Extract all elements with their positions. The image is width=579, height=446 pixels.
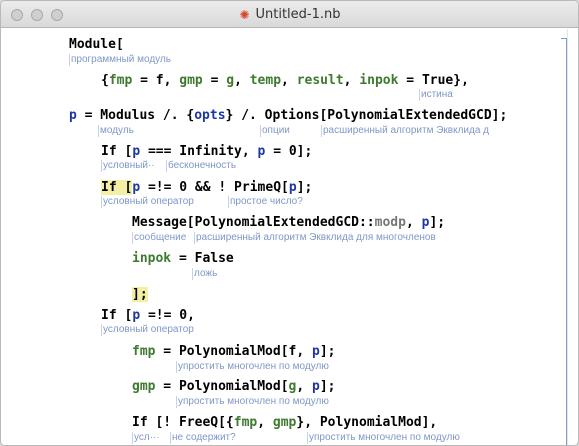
code-token: {: [101, 73, 109, 88]
code-token: ];: [429, 215, 446, 230]
code-token: ,: [281, 73, 297, 88]
annotation: ложь: [192, 268, 218, 280]
annotation: условный··: [101, 160, 155, 172]
code-token: p: [312, 344, 320, 359]
code-token: ,: [296, 379, 313, 394]
code-line-if-infinity[interactable]: If [p === Infinity, p = 0];: [101, 144, 312, 159]
code-line-if-primeq[interactable]: If [p =!= 0 && ! PrimeQ[p];: [101, 180, 312, 195]
annotation: модуль: [98, 125, 134, 137]
code-token: If [: [101, 180, 133, 195]
notebook-window: ✺ Untitled-1.nb Module[ программный модул…: [0, 0, 579, 446]
notebook-content[interactable]: Module[ программный модуль {fmp = f, gmp…: [1, 29, 557, 445]
code-token: opts: [194, 108, 226, 123]
code-token: fmp: [132, 344, 156, 359]
code-token: result: [296, 73, 344, 88]
code-token: ,: [234, 73, 250, 88]
annotation: расширенный алгоритм Эквклида д: [321, 125, 490, 137]
code-token: If [: [101, 308, 133, 323]
annotation: условный оператор: [101, 324, 194, 336]
code-token: p: [69, 108, 77, 123]
code-token: fmp: [108, 73, 133, 88]
code-line-fmp[interactable]: fmp = PolynomialMod[f, p];: [132, 344, 336, 359]
code-token: = 0];: [265, 144, 313, 159]
annotation: опции: [260, 125, 290, 137]
code-line-module[interactable]: Module[: [69, 37, 124, 52]
code-token: =!= 0,: [140, 308, 195, 323]
code-token: p: [132, 144, 141, 159]
code-token: }, PolynomialMod],: [296, 415, 438, 430]
code-line-if-nonzero[interactable]: If [p =!= 0,: [101, 308, 195, 323]
code-token: If [: [101, 144, 133, 159]
annotation: условный оператор: [101, 196, 194, 208]
notebook-file-icon: ✺: [239, 8, 250, 22]
code-token: =: [202, 73, 227, 88]
code-token: = Modulus /. {: [76, 108, 195, 123]
window-title: ✺ Untitled-1.nb: [1, 7, 578, 22]
code-token: ,: [257, 415, 273, 430]
code-token: If [! FreeQ[{: [132, 415, 234, 430]
title-bar: ✺ Untitled-1.nb: [1, 1, 578, 28]
code-line-close[interactable]: ];: [132, 287, 148, 302]
code-token: = PolynomialMod[f,: [155, 344, 313, 359]
code-token: p: [132, 308, 141, 323]
code-token: ];: [296, 180, 313, 195]
annotation: расширенный алгоритм Эквклида для многоч…: [194, 232, 436, 244]
code-token: fmp: [233, 415, 258, 430]
annotation: истина: [419, 89, 453, 101]
code-token: = False: [171, 251, 234, 266]
code-token: gmp: [272, 415, 297, 430]
code-token: Module[: [69, 37, 124, 52]
code-token: modp: [374, 215, 406, 230]
code-token: Message[PolynomialExtendedGCD::: [132, 215, 375, 230]
code-line-locals[interactable]: {fmp = f, gmp = g, temp, result, inpok =…: [101, 73, 469, 88]
code-token: p: [132, 180, 141, 195]
code-token: gmp: [179, 73, 203, 88]
code-line-modulus[interactable]: p = Modulus /. {opts} /. Options[Polynom…: [69, 108, 507, 123]
code-token: } /. Options[PolynomialExtendedGCD];: [225, 108, 508, 123]
code-token: temp: [249, 73, 282, 88]
annotation: сообщение: [132, 232, 187, 244]
code-token: ,: [405, 215, 422, 230]
code-line-message[interactable]: Message[PolynomialExtendedGCD::modp, p];: [132, 215, 445, 230]
code-token: p: [288, 180, 297, 195]
annotation: упростить многочлен по модулю: [176, 396, 329, 408]
annotation: бесконечность: [166, 160, 237, 172]
code-line-if-freeq[interactable]: If [! FreeQ[{fmp, gmp}, PolynomialMod],: [132, 415, 437, 430]
code-token: ];: [132, 287, 148, 302]
code-token: inpok: [359, 73, 399, 88]
annotation: усл···: [132, 432, 160, 444]
code-line-gmp[interactable]: gmp = PolynomialMod[g, p];: [132, 379, 336, 394]
code-token: ];: [319, 379, 336, 394]
annotation: не содержит?: [170, 432, 236, 444]
code-token: gmp: [132, 379, 156, 394]
code-token: = True},: [398, 73, 469, 88]
code-token: =!= 0 && ! PrimeQ[: [140, 180, 289, 195]
annotation: программный модуль: [69, 54, 172, 66]
code-token: = f,: [132, 73, 180, 88]
annotation: простое число?: [228, 196, 303, 208]
notebook-right-margin: [567, 29, 576, 445]
window-title-text: Untitled-1.nb: [255, 7, 341, 22]
code-token: inpok: [132, 251, 172, 266]
code-token: p: [312, 379, 320, 394]
code-line-inpok-false[interactable]: inpok = False: [132, 251, 234, 266]
code-token: g: [226, 73, 235, 88]
code-token: ,: [343, 73, 360, 88]
annotation: упростить многочлен по модулю: [176, 361, 329, 373]
code-token: ];: [319, 344, 336, 359]
code-token: = PolynomialMod[: [155, 379, 289, 394]
annotation: упростить многочлен по модулю: [307, 432, 460, 444]
code-token: === Infinity,: [140, 144, 258, 159]
